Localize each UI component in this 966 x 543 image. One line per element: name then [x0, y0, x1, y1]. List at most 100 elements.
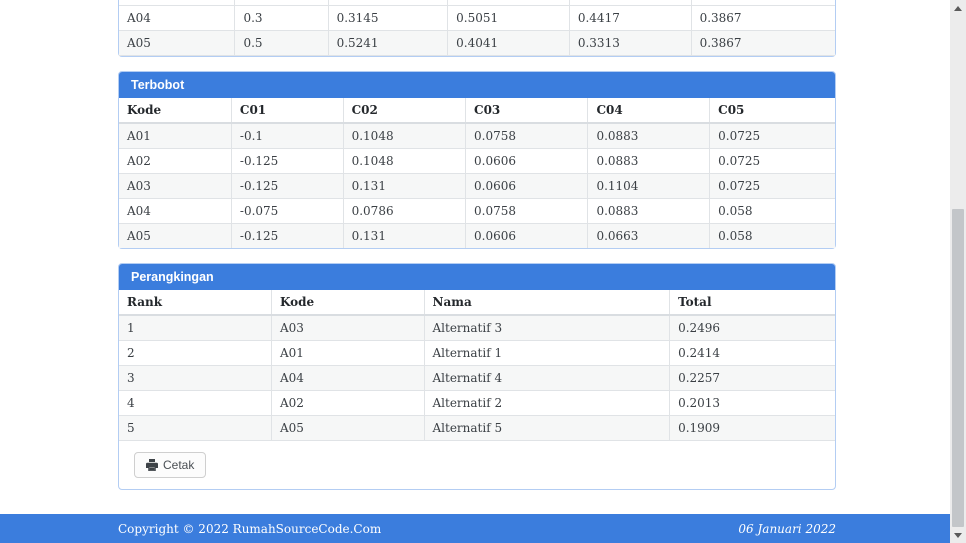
table-cell: -0.125 [231, 223, 343, 248]
table-cell: A05 [119, 223, 231, 248]
table-cell: A02 [119, 148, 231, 173]
scrollbar-up-button[interactable] [950, 0, 966, 16]
column-header: C04 [588, 98, 710, 123]
terbobot-card-header: Terbobot [119, 72, 835, 98]
table-cell: 0.3 [235, 5, 328, 30]
table-row: A050.50.52410.40410.33130.3867 [119, 30, 835, 55]
table-cell: 0.058 [710, 198, 835, 223]
table-cell: Alternatif 5 [424, 416, 670, 441]
table-cell: 0.131 [343, 223, 465, 248]
column-header: C05 [710, 98, 835, 123]
table-cell: 0.4041 [448, 30, 570, 55]
table-cell: 0.5241 [328, 30, 448, 55]
table-cell: 0.0725 [710, 173, 835, 198]
scrollbar-thumb[interactable] [952, 209, 964, 527]
scrollbar[interactable] [950, 0, 966, 543]
cetak-button-label: Cetak [163, 458, 194, 472]
content-container: A040.30.31450.50510.44170.3867A050.50.52… [118, 0, 836, 490]
table-cell: 1 [119, 315, 272, 341]
table-header-row: RankKodeNamaTotal [119, 290, 835, 315]
perangkingan-table: RankKodeNamaTotal 1A03Alternatif 30.2496… [119, 290, 835, 441]
table-cell: 0.0883 [588, 148, 710, 173]
column-header: Kode [272, 290, 425, 315]
table-cell: Alternatif 1 [424, 341, 670, 366]
column-header: Rank [119, 290, 272, 315]
table-cell: 0.1048 [343, 123, 465, 149]
table-cell: A02 [272, 391, 425, 416]
table-row: 4A02Alternatif 20.2013 [119, 391, 835, 416]
perangkingan-card: Perangkingan RankKodeNamaTotal 1A03Alter… [118, 263, 836, 490]
table-cell: 0.4417 [569, 5, 691, 30]
table-cell: Alternatif 4 [424, 366, 670, 391]
table-cell: 0.2414 [670, 341, 835, 366]
arrow-up-icon [954, 6, 962, 11]
table-cell: A04 [119, 5, 235, 30]
table-cell: 2 [119, 341, 272, 366]
table-cell: 0.5 [235, 30, 328, 55]
terbobot-card: Terbobot KodeC01C02C03C04C05 A01-0.10.10… [118, 71, 836, 250]
table-cell: 0.1104 [588, 173, 710, 198]
top-table: A040.30.31450.50510.44170.3867A050.50.52… [119, 0, 835, 56]
table-cell: -0.075 [231, 198, 343, 223]
cetak-button[interactable]: Cetak [134, 452, 206, 478]
table-cell: 0.2013 [670, 391, 835, 416]
page: A040.30.31450.50510.44170.3867A050.50.52… [0, 0, 950, 543]
table-cell: A01 [272, 341, 425, 366]
table-cell: A04 [119, 198, 231, 223]
table-row: A05-0.1250.1310.06060.06630.058 [119, 223, 835, 248]
arrow-down-icon [954, 533, 962, 538]
table-cell: 0.3867 [691, 5, 835, 30]
table-cell: A05 [119, 30, 235, 55]
table-cell: 0.0725 [710, 148, 835, 173]
table-cell: A03 [272, 315, 425, 341]
print-icon [146, 459, 158, 471]
table-cell: -0.1 [231, 123, 343, 149]
table-row: 3A04Alternatif 40.2257 [119, 366, 835, 391]
table-cell: Alternatif 2 [424, 391, 670, 416]
table-row: A04-0.0750.07860.07580.08830.058 [119, 198, 835, 223]
table-cell: 0.0758 [466, 123, 588, 149]
table-cell: 0.0883 [588, 198, 710, 223]
footer-date: 06 Januari 2022 [738, 522, 836, 536]
table-cell: 4 [119, 391, 272, 416]
table-cell: Alternatif 3 [424, 315, 670, 341]
table-cell: 3 [119, 366, 272, 391]
column-header: C02 [343, 98, 465, 123]
table-row: 1A03Alternatif 30.2496 [119, 315, 835, 341]
table-cell: 0.2257 [670, 366, 835, 391]
table-cell: 0.1048 [343, 148, 465, 173]
table-cell: A04 [272, 366, 425, 391]
table-cell: 0.0606 [466, 148, 588, 173]
table-cell: A05 [272, 416, 425, 441]
table-cell: 0.0883 [588, 123, 710, 149]
table-cell: 0.0606 [466, 223, 588, 248]
column-header: Nama [424, 290, 670, 315]
scrollbar-down-button[interactable] [950, 527, 966, 543]
table-cell: 0.131 [343, 173, 465, 198]
table-cell: 0.3313 [569, 30, 691, 55]
table-cell: 0.0663 [588, 223, 710, 248]
table-cell: -0.125 [231, 173, 343, 198]
table-row: A040.30.31450.50510.44170.3867 [119, 5, 835, 30]
table-cell: 0.1909 [670, 416, 835, 441]
table-cell: 0.0758 [466, 198, 588, 223]
top-table-card: A040.30.31450.50510.44170.3867A050.50.52… [118, 0, 836, 57]
table-cell: 0.2496 [670, 315, 835, 341]
table-row: 5A05Alternatif 50.1909 [119, 416, 835, 441]
column-header: Kode [119, 98, 231, 123]
perangkingan-card-header: Perangkingan [119, 264, 835, 290]
table-cell: -0.125 [231, 148, 343, 173]
table-row: 2A01Alternatif 10.2414 [119, 341, 835, 366]
table-cell: 0.058 [710, 223, 835, 248]
table-cell: 0.3145 [328, 5, 448, 30]
terbobot-table: KodeC01C02C03C04C05 A01-0.10.10480.07580… [119, 98, 835, 249]
table-cell: 0.0725 [710, 123, 835, 149]
table-cell: A03 [119, 173, 231, 198]
footer-copyright: Copyright © 2022 RumahSourceCode.Com [118, 522, 381, 536]
table-cell: 5 [119, 416, 272, 441]
table-cell: A01 [119, 123, 231, 149]
column-header: C01 [231, 98, 343, 123]
table-cell: 0.0786 [343, 198, 465, 223]
table-cell: 0.5051 [448, 5, 570, 30]
perangkingan-card-body: Cetak [119, 441, 835, 489]
